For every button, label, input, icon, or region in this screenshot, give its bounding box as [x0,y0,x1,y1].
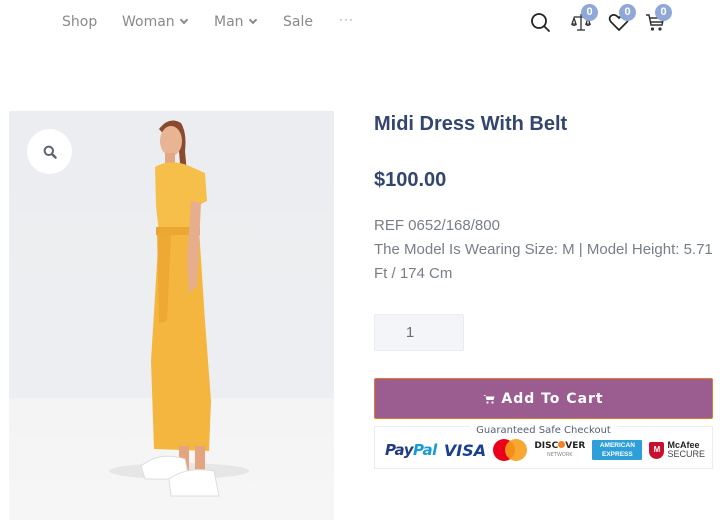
image-zoom-button[interactable] [27,129,72,174]
amex-text-a: AMERICAN [599,442,635,449]
compare-button[interactable]: 0 [570,4,598,33]
paypal-logo: PayPal [385,441,437,459]
product-page: Shop Woman Man Sale ··· 0 0 0 Midi Dress… [0,0,725,528]
paypal-text-a: Pay [385,441,413,459]
nav-item-man[interactable]: Man [214,14,257,30]
shield-icon: M [649,441,665,459]
nav-item-label: Woman [122,14,175,30]
payment-logos: PayPal VISA DISC VER NETWORK AMERICAN EXPRE… [385,437,705,463]
product-title: Midi Dress With Belt [374,113,568,135]
product-description: REF 0652/168/800 The Model Is Wearing Si… [374,214,714,286]
add-to-cart-button[interactable]: Add To Cart [374,378,713,419]
discover-text-b: VER [565,440,586,451]
model-info: The Model Is Wearing Size: M | Model Hei… [374,241,713,282]
nav-item-sale[interactable]: Sale [283,14,313,30]
mcafee-text-b: SECURE [667,449,705,459]
discover-text-a: DISC [534,440,559,451]
compare-count-badge: 0 [581,4,598,21]
search-button[interactable] [529,11,551,33]
nav-item-woman[interactable]: Woman [122,14,188,30]
nav-item-shop[interactable]: Shop [62,14,97,30]
product-ref: REF 0652/168/800 [374,217,500,234]
chevron-down-icon [179,15,188,25]
discover-subtext: NETWORK [547,451,573,458]
quantity-input[interactable] [374,314,464,351]
mastercard-logo [493,439,528,461]
main-nav: Shop Woman Man Sale ··· 0 0 0 [0,0,725,45]
discover-logo: DISC VER NETWORK [534,440,586,460]
nav-item-label: Man [214,14,244,30]
product-image[interactable] [9,111,334,520]
search-icon [531,13,550,32]
add-to-cart-label: Add To Cart [501,390,604,407]
nav-more-button[interactable]: ··· [339,12,354,26]
cart-count-badge: 0 [655,4,672,21]
cart-button[interactable]: 0 [644,4,672,33]
mcafee-logo: M McAfee SECURE [649,441,705,459]
wishlist-button[interactable]: 0 [608,4,636,33]
product-price: $100.00 [374,169,447,191]
safe-checkout-label: Guaranteed Safe Checkout [470,425,617,436]
wishlist-count-badge: 0 [619,4,636,21]
amex-logo: AMERICAN EXPRESS [592,440,643,460]
cart-icon [483,394,495,404]
amex-text-b: EXPRESS [602,451,633,458]
nav-item-label: Shop [62,14,98,30]
visa-logo: VISA [443,440,487,460]
safe-checkout-label-wrap: Guaranteed Safe Checkout [375,420,712,438]
safe-checkout-badges: Guaranteed Safe Checkout PayPal VISA DIS… [374,425,713,469]
chevron-down-icon [248,15,257,25]
paypal-text-b: Pal [412,441,437,459]
search-icon [43,145,57,159]
nav-item-label: Sale [283,14,313,30]
